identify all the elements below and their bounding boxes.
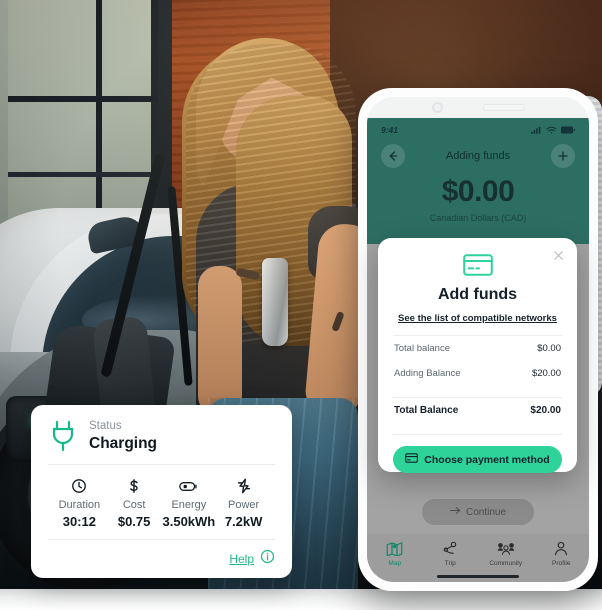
earpiece-speaker [482, 104, 525, 111]
row-key: Total Balance [394, 405, 459, 416]
pay-button-label: Choose payment method [424, 453, 550, 466]
row-key: Adding Balance [394, 368, 461, 379]
metric-value: 30:12 [62, 514, 96, 529]
metrics-row: Duration 30:12 Cost $0.75 Energy 3.50kWh… [48, 465, 275, 539]
metric-label: Duration [58, 499, 101, 511]
metric-duration: Duration 30:12 [52, 477, 107, 529]
metric-value: 7.2kW [224, 514, 263, 529]
window-mullion-horizontal [8, 96, 158, 102]
front-camera-icon [431, 102, 443, 113]
cellular-signal-icon [531, 121, 542, 139]
battery-icon [162, 477, 217, 495]
water-bottle [262, 258, 288, 346]
card-footer: Help [48, 540, 275, 569]
help-link[interactable]: Help [229, 552, 254, 566]
profile-icon [537, 540, 585, 557]
summary-row-total-balance: Total balance $0.00 [393, 336, 562, 361]
add-button[interactable] [551, 144, 575, 168]
tab-community[interactable]: Community [482, 540, 530, 567]
clock-icon [52, 477, 107, 495]
metric-label: Power [228, 499, 260, 511]
close-icon[interactable] [550, 247, 566, 263]
tab-map[interactable]: Map [371, 540, 419, 567]
arrow-right-icon [450, 506, 461, 518]
phone-top-hardware [367, 97, 589, 118]
dollar-icon [107, 477, 162, 495]
credit-card-icon [393, 254, 562, 276]
row-value: $20.00 [530, 405, 561, 416]
person-left-arm [198, 266, 242, 416]
home-indicator [437, 575, 519, 578]
tab-label: Map [388, 560, 402, 567]
header-nav-row: Adding funds [381, 144, 575, 168]
app-header: 9:41 Adding funds $0.00 Canadian Dollars… [367, 118, 589, 244]
add-funds-modal: Add funds See the list of compatible net… [378, 238, 577, 473]
summary-row-grand-total: Total Balance $20.00 [393, 398, 562, 423]
metric-cost: Cost $0.75 [107, 477, 162, 529]
metric-power: Power 7.2kW [216, 477, 271, 529]
status-bar-time: 9:41 [381, 125, 399, 135]
choose-payment-method-button[interactable]: Choose payment method [393, 446, 562, 473]
tab-label: Community [489, 560, 523, 567]
community-icon [482, 540, 530, 557]
continue-button-label: Continue [465, 506, 507, 518]
row-key: Total balance [394, 343, 450, 354]
status-bar-icons [531, 121, 575, 139]
metric-label: Energy [171, 499, 207, 511]
status-bar: 9:41 [381, 122, 575, 138]
bottom-edge-strip [0, 589, 602, 610]
info-icon[interactable] [260, 549, 275, 569]
back-button[interactable] [381, 144, 405, 168]
trip-icon [426, 540, 474, 557]
status-label: Status [89, 420, 122, 433]
tab-profile[interactable]: Profile [537, 540, 585, 567]
metric-label: Cost [122, 499, 146, 511]
wifi-icon [546, 121, 557, 139]
metric-energy: Energy 3.50kWh [162, 477, 217, 529]
charging-status-card: Status Charging Duration 30:12 Cost $0.7… [31, 405, 292, 578]
balance-amount: $0.00 [441, 175, 515, 208]
currency-label: Canadian Dollars (CAD) [429, 213, 527, 223]
modal-divider-3 [393, 434, 562, 435]
modal-title: Add funds [437, 286, 518, 303]
row-value: $0.00 [537, 343, 561, 354]
plug-icon [48, 419, 78, 453]
status-value: Charging [89, 434, 158, 452]
summary-row-adding-balance: Adding Balance $20.00 [393, 361, 562, 386]
status-header: Status Charging [48, 419, 275, 464]
battery-icon [561, 121, 575, 139]
header-title: Adding funds [445, 150, 511, 162]
bolt-icon [216, 477, 271, 495]
credit-card-icon [405, 453, 419, 466]
tab-label: Trip [444, 560, 456, 567]
compatible-networks-link[interactable]: See the list of compatible networks [393, 313, 562, 324]
metric-value: 3.50kWh [162, 514, 216, 529]
continue-button[interactable]: Continue [422, 499, 534, 525]
map-icon [371, 540, 419, 557]
tab-label: Profile [552, 560, 571, 567]
window-mullion-horizontal-2 [8, 172, 158, 177]
screenshot-stage: Status Charging Duration 30:12 Cost $0.7… [0, 0, 602, 610]
metric-value: $0.75 [117, 514, 151, 529]
tab-trip[interactable]: Trip [426, 540, 474, 567]
row-value: $20.00 [531, 368, 561, 379]
